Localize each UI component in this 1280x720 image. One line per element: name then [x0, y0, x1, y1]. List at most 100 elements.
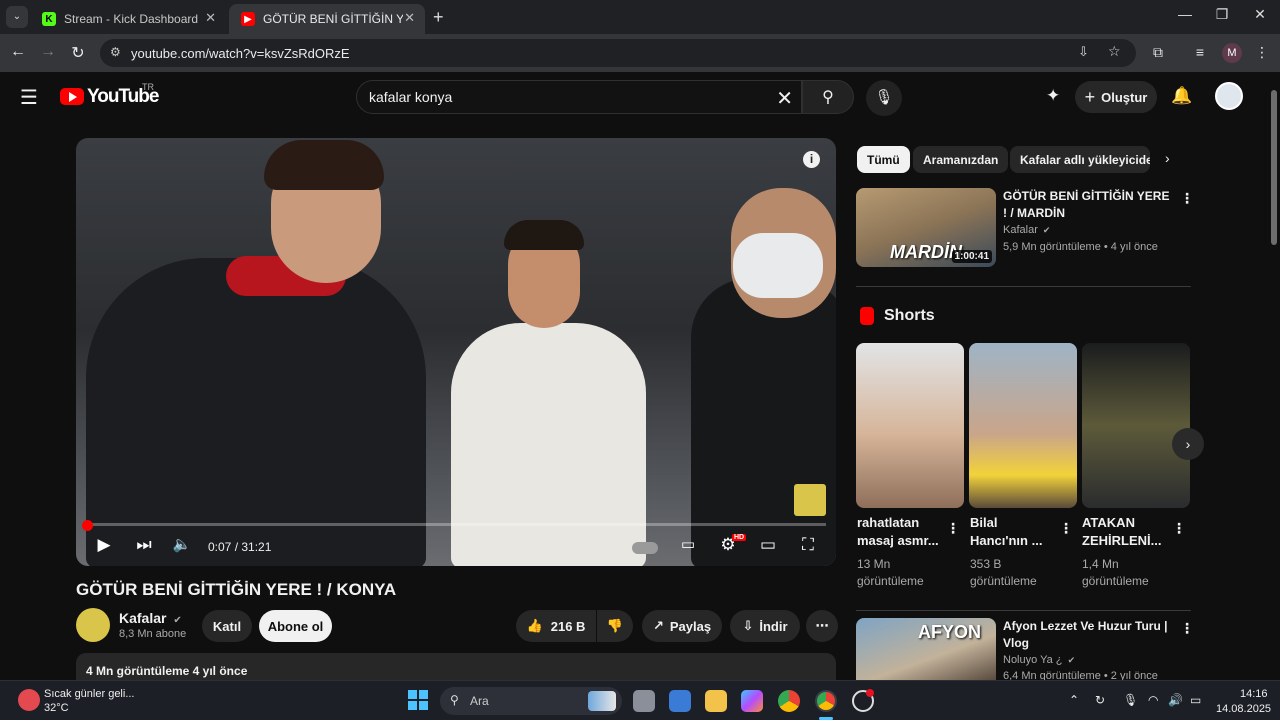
- short-thumbnail[interactable]: [856, 343, 964, 508]
- copilot-icon[interactable]: [741, 690, 763, 712]
- taskbar-search[interactable]: ⚲ Ara: [440, 687, 622, 715]
- show-hidden-icons[interactable]: ⌃: [1069, 693, 1079, 707]
- start-menu-icon[interactable]: [408, 690, 428, 710]
- notifications-bell-icon[interactable]: 🔔: [1171, 86, 1192, 106]
- install-app-icon[interactable]: ⇩: [1078, 44, 1089, 60]
- channel-name[interactable]: Kafalar ✔: [119, 610, 182, 626]
- join-button[interactable]: Katıl: [202, 610, 252, 642]
- shorts-next-icon[interactable]: ›: [1172, 428, 1204, 460]
- next-icon[interactable]: ⏭: [132, 535, 156, 555]
- new-tab-button[interactable]: +: [433, 7, 444, 28]
- microsoft-store-icon[interactable]: [669, 690, 691, 712]
- hamburger-menu-icon[interactable]: ☰: [20, 85, 38, 110]
- search-input[interactable]: kafalar konya ✕: [356, 80, 802, 114]
- country-code: TR: [142, 82, 154, 92]
- like-button[interactable]: 👍 216 B: [516, 610, 596, 642]
- address-bar[interactable]: ⚙ youtube.com/watch?v=ksvZsRdORzE ⇩ ☆: [100, 39, 1136, 67]
- short-title[interactable]: Bilal Hancı'nın ...: [970, 514, 1054, 550]
- theater-mode-icon[interactable]: ▭: [756, 535, 780, 555]
- close-window-icon[interactable]: ✕: [1245, 6, 1275, 23]
- short-thumbnail[interactable]: [969, 343, 1077, 508]
- minimize-icon[interactable]: —: [1170, 6, 1200, 22]
- info-icon[interactable]: i: [803, 151, 820, 168]
- search-button[interactable]: ⚲: [802, 80, 854, 114]
- clear-search-icon[interactable]: ✕: [776, 86, 793, 111]
- more-options-icon[interactable]: ⋮: [1059, 520, 1073, 537]
- short-thumbnail[interactable]: [1082, 343, 1190, 508]
- file-explorer-icon[interactable]: [705, 690, 727, 712]
- weather-title[interactable]: Sıcak günler geli...: [44, 688, 135, 700]
- scrollbar-thumb[interactable]: [1271, 90, 1277, 245]
- recommended-title[interactable]: Afyon Lezzet Ve Huzur Turu | Vlog: [1003, 618, 1173, 652]
- download-button[interactable]: ⇩ İndir: [730, 610, 800, 642]
- recommended-channel[interactable]: Noluyo Ya ¿ ✔: [1003, 654, 1075, 666]
- forward-icon[interactable]: →: [36, 43, 60, 61]
- chip-all[interactable]: Tümü: [857, 146, 910, 173]
- more-options-icon[interactable]: ⋮: [1172, 520, 1186, 537]
- short-title[interactable]: ATAKAN ZEHİRLENİ...: [1082, 514, 1166, 550]
- progress-bar[interactable]: [88, 523, 826, 526]
- weather-icon[interactable]: [18, 689, 40, 711]
- clock-date[interactable]: 14.08.2025: [1216, 703, 1271, 715]
- video-frame-mask: [733, 233, 823, 298]
- tab-youtube-video[interactable]: ▶ GÖTÜR BENİ GİTTİĞİN YERE ! / KONYA ✕: [229, 4, 425, 34]
- tab-kick-dashboard[interactable]: K Stream - Kick Dashboard ✕: [30, 4, 226, 34]
- volume-icon[interactable]: 🔈: [170, 535, 194, 553]
- play-icon[interactable]: ▶: [92, 535, 116, 555]
- bookmark-star-icon[interactable]: ☆: [1108, 43, 1121, 60]
- site-info-icon[interactable]: ⚙: [110, 45, 121, 59]
- fullscreen-icon[interactable]: ⛶: [796, 535, 820, 555]
- extensions-icon[interactable]: ⧉: [1148, 44, 1168, 61]
- wifi-icon[interactable]: ◠: [1148, 693, 1158, 707]
- more-options-icon[interactable]: ⋮: [1180, 190, 1194, 207]
- video-player[interactable]: i ▶ ⏭ 🔈 0:07 / 31:21 ▭ ⚙ HD ▭ ⛶: [76, 138, 836, 566]
- recommended-title[interactable]: GÖTÜR BENİ GİTTİĞİN YERE ! / MARDİN: [1003, 188, 1173, 222]
- task-view-icon[interactable]: [633, 690, 655, 712]
- create-button[interactable]: + Oluştur: [1075, 81, 1157, 113]
- subtitles-icon[interactable]: ▭: [676, 535, 700, 553]
- more-options-icon[interactable]: ⋮: [946, 520, 960, 537]
- account-avatar[interactable]: [1215, 82, 1243, 110]
- chip-from-search[interactable]: Aramanızdan: [913, 146, 1009, 173]
- share-button[interactable]: ↗ Paylaş: [642, 610, 722, 642]
- more-actions-button[interactable]: ⋯: [806, 610, 838, 642]
- premium-badge-icon[interactable]: ✦: [1046, 86, 1060, 106]
- time-display: 0:07 / 31:21: [208, 540, 272, 554]
- chrome-icon[interactable]: [778, 690, 800, 712]
- dislike-button[interactable]: 👎: [597, 610, 633, 642]
- chip-from-uploader[interactable]: Kafalar adlı yükleyiciden: [1010, 146, 1150, 173]
- recommended-channel[interactable]: Kafalar ✔: [1003, 224, 1050, 236]
- voice-search-button[interactable]: 🎙: [866, 80, 902, 116]
- chrome-menu-icon[interactable]: ⋮: [1252, 44, 1272, 61]
- close-tab-icon[interactable]: ✕: [205, 10, 216, 26]
- progress-scrubber[interactable]: [82, 520, 93, 531]
- reload-icon[interactable]: ↻: [66, 43, 90, 63]
- more-options-icon[interactable]: ⋮: [1180, 620, 1194, 637]
- channel-avatar[interactable]: [76, 608, 110, 642]
- microphone-tray-icon[interactable]: 🎙: [1123, 693, 1138, 707]
- subscribe-button[interactable]: Abone ol: [259, 610, 332, 642]
- share-icon: ↗: [652, 618, 664, 633]
- video-frame-hair-left: [264, 140, 384, 190]
- chrome-profile-icon[interactable]: [815, 690, 837, 712]
- clock-time[interactable]: 14:16: [1240, 688, 1268, 700]
- battery-icon[interactable]: ▭: [1190, 693, 1201, 707]
- autoplay-toggle[interactable]: [632, 542, 658, 554]
- video-frame-person-center: [451, 323, 646, 566]
- speaker-icon[interactable]: 🔊: [1168, 693, 1183, 707]
- short-views: 1,4 Mn görüntüleme: [1082, 557, 1149, 588]
- channel-watermark[interactable]: [794, 484, 826, 516]
- profile-avatar[interactable]: M: [1222, 43, 1242, 63]
- restore-icon[interactable]: ❐: [1207, 6, 1237, 23]
- sync-icon[interactable]: ↻: [1095, 693, 1105, 707]
- recommended-thumbnail[interactable]: MARDİN 1:00:41: [856, 188, 996, 267]
- tab-search-button[interactable]: ⌄: [6, 6, 28, 28]
- reading-list-icon[interactable]: ≡: [1190, 44, 1210, 60]
- recommended-thumbnail[interactable]: AFYON: [856, 618, 996, 680]
- youtube-logo-icon[interactable]: [60, 88, 84, 105]
- chips-next-icon[interactable]: ›: [1165, 150, 1170, 166]
- close-tab-icon[interactable]: ✕: [404, 10, 415, 26]
- share-label: Paylaş: [669, 618, 712, 634]
- short-title[interactable]: rahatlatan masaj asmr...: [857, 514, 941, 550]
- back-icon[interactable]: ←: [6, 43, 30, 61]
